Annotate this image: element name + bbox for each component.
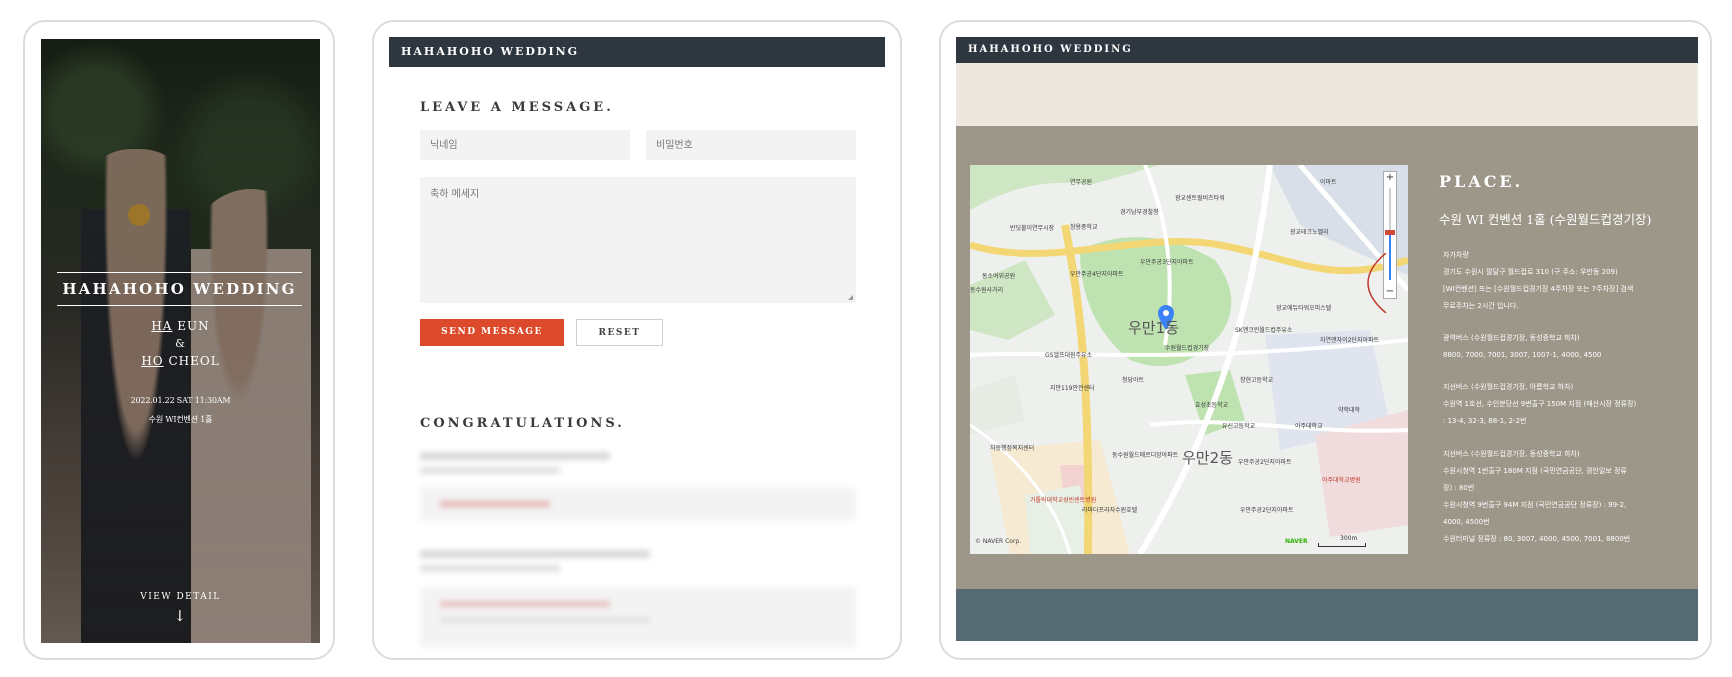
hero-photo: HAHAHOHO WEDDING HA EUN & HO CHEOL 2022.… <box>41 39 320 643</box>
map-label: 자동행정복지센터 <box>990 445 1035 452</box>
place-title: PLACE. <box>1439 172 1524 191</box>
wedding-datetime: 2022.01.22 SAT 11:30AM <box>130 396 231 405</box>
map-label: 아주대학교병원 <box>1322 477 1361 484</box>
map-copyright: © NAVER Corp. <box>975 538 1022 545</box>
congratulations-title: CONGRATULATIONS. <box>420 416 625 431</box>
slate-footer-band <box>956 589 1698 641</box>
map-label: 효성초등학교 <box>1195 402 1229 409</box>
groom-name-line: HA EUN <box>41 319 320 333</box>
map-label: 경기남부경찰청 <box>1120 209 1159 216</box>
map-label: 우만1동 <box>1128 319 1179 337</box>
naver-logo[interactable]: NAVER <box>1285 538 1308 545</box>
local-bus2-line: 수원시청역 1번출구 180M 지점 (국민연금공단, 경인일보 정류 <box>1443 467 1627 475</box>
blurred-text <box>440 601 610 607</box>
place-header-bar: HAHAHOHO WEDDING <box>956 37 1698 63</box>
blurred-text <box>440 501 550 507</box>
password-input[interactable] <box>646 130 856 160</box>
car-directions: 자가차량 경기도 수원시 팔달구 월드컵로 310 (구 주소: 우만동 209… <box>1443 247 1633 315</box>
hero-title: HAHAHOHO WEDDING <box>57 272 302 306</box>
wedding-venue: 수원 WI컨벤션 1홀 <box>148 415 213 424</box>
place-card: HAHAHOHO WEDDING 연무공원 이마트 광교센트럴비즈타워 반딧불이… <box>939 20 1712 660</box>
zoom-handle[interactable] <box>1385 230 1395 235</box>
map-label: 광교센트럴비즈타워 <box>1175 195 1225 202</box>
map-label: 수원월드컵경기장 <box>1165 345 1210 352</box>
venue-name: 수원 WI 컨벤션 1홀 (수원월드컵경기장) <box>1439 212 1652 227</box>
map-label: 동소여위공원 <box>982 273 1016 280</box>
blurred-entry-author <box>420 452 610 460</box>
map-label: 유신고등학교 <box>1222 423 1256 430</box>
ampersand: & <box>175 337 186 350</box>
map-label: 가톨릭대학교성빈센트병원 <box>1030 497 1097 504</box>
map-label: 우만2동 <box>1182 449 1233 467</box>
guestbook-card: HAHAHOHO WEDDING LEAVE A MESSAGE. SEND M… <box>372 20 902 660</box>
map-label: 지만119안전센터 <box>1050 385 1095 392</box>
local-bus1-directions: 지선버스 (수원월드컵경기장, 아름학교 하차) 수원역 1호선, 수인분당선 … <box>1443 379 1636 430</box>
map-label: 창용중학교 <box>1070 224 1098 231</box>
map-label: 약학대학 <box>1338 407 1361 414</box>
map-label: GS엘프대원주유소 <box>1045 352 1093 359</box>
map-label: 우만주공4단지아파트 <box>1070 271 1124 278</box>
express-bus-line: 8800, 7000, 7001, 3007, 1007-1, 4000, 45… <box>1443 351 1602 359</box>
radius-arc-icon <box>1367 253 1387 313</box>
blurred-text <box>440 617 650 623</box>
map-label: 동수원월드메르디앙아파트 <box>1112 452 1179 459</box>
guestbook-header-bar: HAHAHOHO WEDDING <box>389 37 885 67</box>
nickname-input[interactable] <box>420 130 630 160</box>
message-textarea[interactable] <box>420 177 856 303</box>
map-scale-bar <box>1318 543 1366 547</box>
leave-message-title: LEAVE A MESSAGE. <box>420 100 614 115</box>
map-label: 우만주공2단지아파트 <box>1238 459 1292 466</box>
map-label: 우만주공3단지아파트 <box>1140 259 1194 266</box>
map-label: 동수원사거리 <box>970 287 1004 294</box>
blurred-entry-date <box>420 565 560 572</box>
local-bus1-heading: 지선버스 (수원월드컵경기장, 아름학교 하차) <box>1443 383 1574 391</box>
reset-button[interactable]: RESET <box>576 319 663 346</box>
zoom-in-button[interactable]: + <box>1384 172 1396 184</box>
map-label: 이마트 <box>1320 179 1337 186</box>
map-label: 광교에듀타워오피스텔 <box>1276 305 1332 312</box>
local-bus2-line: 수원터미널 정류장 : 80, 3007, 4000, 4500, 7001, … <box>1443 535 1631 543</box>
arrow-down-icon[interactable]: ↓ <box>41 607 320 625</box>
bride-name-line: HO CHEOL <box>41 354 320 368</box>
express-bus-heading: 광역버스 (수원월드컵경기장, 동성중학교 하차) <box>1443 334 1580 342</box>
car-line: [WI컨벤션] 또는 [수원월드컵경기장 4주차장 또는 7주차장] 검색 <box>1443 285 1634 293</box>
local-bus1-line: : 13-4, 32-3, 88-1, 2-2번 <box>1443 417 1527 425</box>
express-bus-directions: 광역버스 (수원월드컵경기장, 동성중학교 하차) 8800, 7000, 70… <box>1443 330 1601 364</box>
hero-card: HAHAHOHO WEDDING HA EUN & HO CHEOL 2022.… <box>23 20 335 660</box>
local-bus2-heading: 지선버스 (수원월드컵경기장, 동성중학교 하차) <box>1443 450 1580 458</box>
blurred-entry-message <box>420 587 856 647</box>
local-bus1-line: 수원역 1호선, 수인분당선 9번출구 150M 지점 (매산시장 정류장) <box>1443 400 1637 408</box>
local-bus2-line: 4000, 4500번 <box>1443 518 1490 526</box>
bride-prefix: HO <box>141 354 164 368</box>
map-label: 청당아트 <box>1122 377 1145 384</box>
map-label: 우만주공2단지아파트 <box>1240 507 1294 514</box>
map-scale-label: 300m <box>1340 535 1358 542</box>
groom-name: EUN <box>177 319 210 333</box>
map-label: 광교테크노밸리 <box>1290 229 1329 236</box>
view-detail-link[interactable]: VIEW DETAIL <box>41 592 320 602</box>
car-heading: 자가차량 <box>1443 251 1469 259</box>
car-line: 경기도 수원시 팔달구 월드컵로 310 (구 주소: 우만동 209) <box>1443 268 1618 276</box>
map-label: 반딧불이연무시장 <box>1010 225 1055 232</box>
groom-prefix: HA <box>151 319 173 333</box>
blurred-entry-message <box>420 487 856 521</box>
map-label: 연무공원 <box>1070 179 1093 186</box>
map-label: SK앤크린월드컵주유소 <box>1235 327 1293 334</box>
map-label: 아주대학교 <box>1295 423 1323 430</box>
local-bus2-line: 수원시청역 9번출구 94M 지점 (국민연금공단 정류장) : 99-2, <box>1443 501 1627 509</box>
map-widget[interactable]: 연무공원 이마트 광교센트럴비즈타워 반딧불이연무시장 경기남부경찰청 창용중학… <box>970 165 1408 554</box>
blurred-entry-date <box>420 467 560 474</box>
map-label: 창현고등학교 <box>1240 377 1274 384</box>
blurred-entry-author <box>420 550 650 558</box>
map-label: 자연앤자이2단지아파트 <box>1320 337 1380 344</box>
local-bus2-directions: 지선버스 (수원월드컵경기장, 동성중학교 하차) 수원시청역 1번출구 180… <box>1443 446 1630 548</box>
local-bus2-line: 장) : 80번 <box>1443 484 1475 492</box>
resize-handle-icon[interactable] <box>848 295 853 300</box>
bride-name: CHEOL <box>168 354 220 368</box>
send-message-button[interactable]: SEND MESSAGE <box>420 319 564 346</box>
beige-band <box>956 63 1698 126</box>
map-label: 라마다프라자수원호텔 <box>1082 507 1138 514</box>
car-line: 무료주차는 2시간 입니다. <box>1443 302 1519 310</box>
